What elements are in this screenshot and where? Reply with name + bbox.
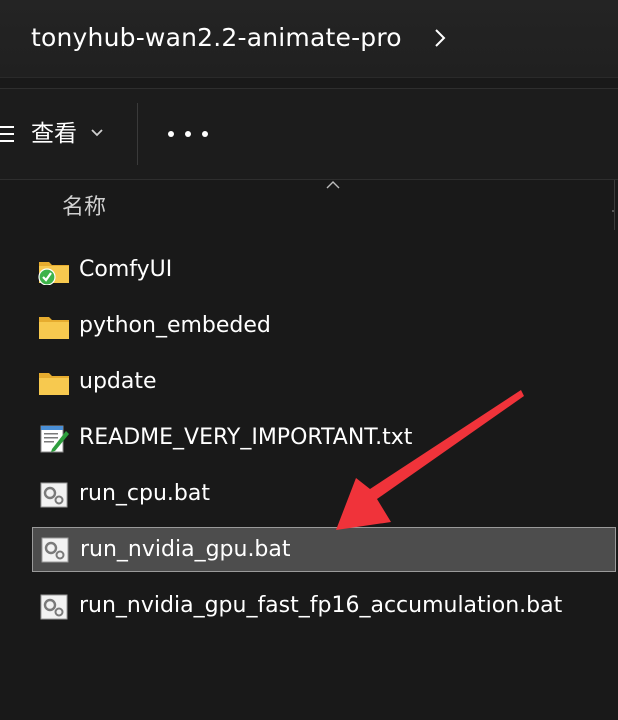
view-list-icon[interactable]: [0, 123, 16, 145]
file-name[interactable]: ComfyUI: [79, 253, 172, 287]
column-header-name[interactable]: 名称: [62, 192, 106, 224]
file-row-run-nvidia-gpu[interactable]: run_nvidia_gpu.bat: [32, 527, 616, 572]
current-folder-path[interactable]: tonyhub-wan2.2-animate-pro: [31, 19, 402, 57]
batch-file-icon: [40, 594, 68, 620]
chevron-down-icon[interactable]: [90, 128, 104, 138]
file-name[interactable]: python_embeded: [79, 309, 271, 343]
more-dot: [185, 131, 191, 137]
file-row-comfyui[interactable]: ComfyUI: [32, 250, 616, 290]
more-dot: [202, 131, 208, 137]
folder-icon: [39, 317, 69, 339]
folder-synced-icon: [38, 262, 69, 285]
batch-file-icon: [40, 482, 68, 508]
sort-ascending-icon: [326, 181, 340, 189]
batch-file-icon: [41, 537, 69, 563]
file-row-run-cpu[interactable]: run_cpu.bat: [32, 474, 616, 514]
file-name[interactable]: update: [79, 365, 157, 399]
toolbar-separator: [137, 103, 138, 165]
file-name[interactable]: run_cpu.bat: [79, 477, 210, 511]
file-name[interactable]: run_nvidia_gpu.bat: [80, 533, 291, 567]
file-row-python-embeded[interactable]: python_embeded: [32, 306, 616, 346]
chevron-right-icon[interactable]: [432, 27, 448, 49]
more-dot: [168, 131, 174, 137]
address-bar[interactable]: tonyhub-wan2.2-animate-pro: [0, 0, 618, 78]
text-file-icon: [40, 425, 69, 453]
file-row-update[interactable]: update: [32, 362, 616, 402]
view-menu-button[interactable]: 查看: [31, 118, 77, 150]
file-row-run-nvidia-gpu-fast[interactable]: run_nvidia_gpu_fast_fp16_accumulation.ba…: [32, 586, 616, 626]
folder-icon: [39, 373, 69, 395]
more-options-button[interactable]: [168, 120, 208, 148]
file-name[interactable]: README_VERY_IMPORTANT.txt: [79, 421, 412, 455]
file-row-readme[interactable]: README_VERY_IMPORTANT.txt: [32, 418, 616, 458]
file-name[interactable]: run_nvidia_gpu_fast_fp16_accumulation.ba…: [79, 589, 562, 623]
